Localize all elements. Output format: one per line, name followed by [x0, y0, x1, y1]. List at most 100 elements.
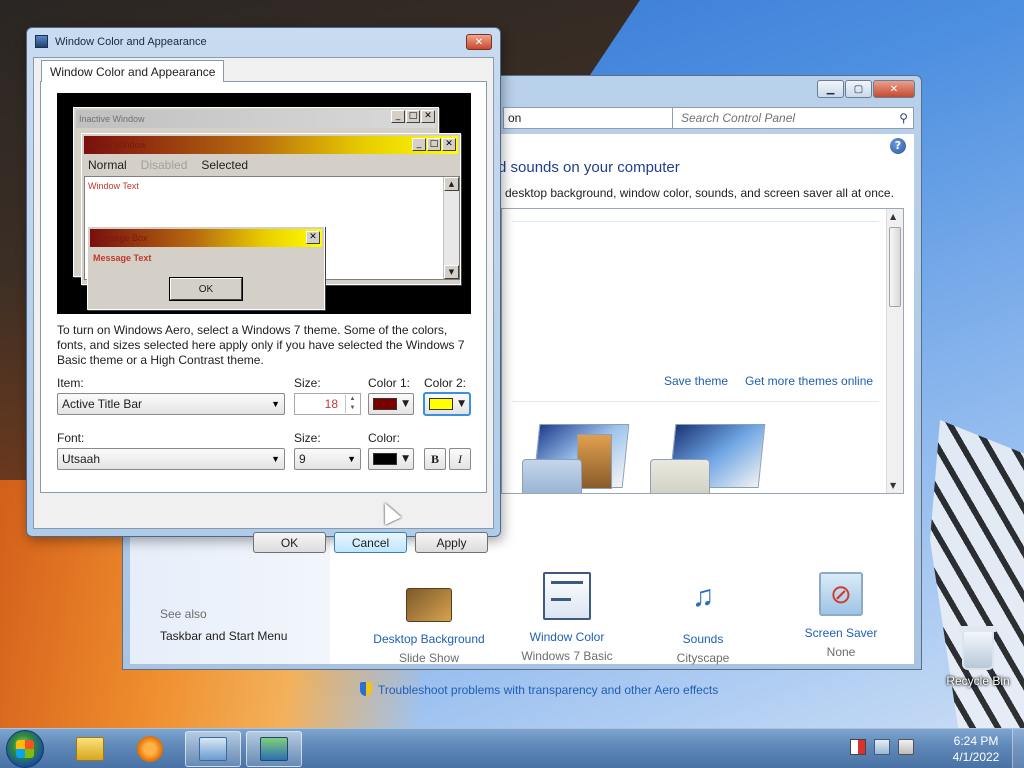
- appearance-preview[interactable]: Inactive Window _ □ ✕ Active Window _ □ …: [57, 93, 471, 314]
- theme-thumbnail[interactable]: [577, 434, 612, 489]
- desktop-background-tile[interactable]: Desktop Background Slide Show: [364, 572, 494, 665]
- spin-up-icon[interactable]: ▲: [346, 395, 359, 404]
- start-button[interactable]: [6, 730, 44, 768]
- scroll-up-icon[interactable]: ▲: [890, 212, 896, 221]
- clock-date: 4/1/2022: [952, 750, 1000, 764]
- tile-title[interactable]: Sounds: [638, 632, 768, 646]
- troubleshoot-link-text[interactable]: Troubleshoot problems with transparency …: [378, 683, 718, 697]
- apply-button[interactable]: Apply: [415, 532, 488, 553]
- tile-subtitle: Windows 7 Basic: [521, 649, 613, 663]
- divider: [512, 221, 879, 222]
- theme-gallery-scrollbar[interactable]: ▲ ▼: [886, 209, 903, 493]
- dialog-client-area: Window Color and Appearance Inactive Win…: [33, 57, 494, 553]
- see-also-label: See also: [160, 607, 207, 621]
- save-theme-link[interactable]: Save theme: [664, 374, 728, 388]
- font-color-picker[interactable]: ▼: [368, 448, 414, 470]
- chevron-down-icon: ▼: [402, 399, 409, 409]
- get-more-themes-link[interactable]: Get more themes online: [745, 374, 873, 388]
- aero-info-text: To turn on Windows Aero, select a Window…: [57, 323, 465, 367]
- window-color-tile[interactable]: Window Color Windows 7 Basic: [502, 572, 632, 663]
- preview-caption-buttons: ✕: [306, 231, 320, 244]
- preview-menu-normal[interactable]: Normal: [88, 158, 127, 172]
- sounds-tile[interactable]: ♫ Sounds Cityscape: [638, 572, 768, 665]
- window-color-icon: [543, 572, 591, 620]
- minimize-icon: _: [412, 138, 426, 151]
- taskbar-window-color-button[interactable]: [246, 731, 302, 767]
- search-icon[interactable]: ⚲: [899, 111, 908, 125]
- font-size-select[interactable]: 9 ▼: [294, 448, 361, 470]
- close-button[interactable]: ✕: [873, 80, 915, 98]
- maximize-icon: □: [427, 138, 441, 151]
- preview-message-text: Message Text: [93, 253, 152, 263]
- preview-menu-selected[interactable]: Selected: [201, 158, 248, 172]
- network-icon[interactable]: [874, 739, 890, 755]
- troubleshoot-link[interactable]: Troubleshoot problems with transparency …: [360, 682, 718, 697]
- tab-window-color-appearance[interactable]: Window Color and Appearance: [41, 60, 225, 82]
- action-center-flag-icon[interactable]: [850, 739, 866, 755]
- bold-button[interactable]: B: [424, 448, 446, 470]
- desktop-background-icon: [406, 588, 452, 622]
- recycle-bin-label: Recycle Bin: [946, 674, 1010, 688]
- preview-scrollbar[interactable]: ▲ ▼: [443, 177, 459, 279]
- tile-subtitle: Slide Show: [398, 651, 460, 665]
- close-icon: ✕: [442, 138, 456, 151]
- color1-picker[interactable]: ▼: [368, 393, 414, 415]
- preview-inactive-title[interactable]: Inactive Window: [76, 110, 436, 128]
- scrollbar-thumb[interactable]: [889, 227, 901, 307]
- scroll-down-icon[interactable]: ▼: [890, 481, 896, 490]
- font-size-value: 9: [299, 452, 306, 466]
- font-select[interactable]: Utsaah ▼: [57, 448, 285, 470]
- minimize-button[interactable]: ▁: [817, 80, 844, 98]
- chevron-down-icon: ▼: [402, 454, 409, 464]
- maximize-button[interactable]: ▢: [845, 80, 872, 98]
- item-label: Item:: [57, 376, 84, 390]
- theme-gallery[interactable]: Save theme Get more themes online ▲ ▼: [501, 208, 904, 494]
- color2-picker[interactable]: ▼: [423, 392, 471, 416]
- screen-saver-tile[interactable]: Screen Saver None: [776, 572, 906, 659]
- search-input[interactable]: Search Control Panel ⚲: [672, 107, 914, 129]
- ok-button[interactable]: OK: [253, 532, 326, 553]
- tile-title[interactable]: Window Color: [502, 630, 632, 644]
- item-select[interactable]: Active Title Bar ▼: [57, 393, 285, 415]
- spinner-buttons[interactable]: ▲ ▼: [345, 395, 359, 413]
- media-player-icon: [137, 736, 163, 762]
- italic-button[interactable]: I: [449, 448, 471, 470]
- recycle-bin[interactable]: Recycle Bin: [940, 626, 1016, 688]
- spin-down-icon[interactable]: ▼: [346, 404, 359, 413]
- desktop: Recycle Bin ▁ ▢ ✕ on ▼ ⟲ Search Control …: [0, 0, 1024, 728]
- chevron-down-icon: ▼: [458, 399, 465, 409]
- tile-title[interactable]: Screen Saver: [776, 626, 906, 640]
- item-size-spinner[interactable]: 18 ▲ ▼: [294, 393, 361, 415]
- close-icon: ✕: [421, 110, 435, 123]
- item-size-value: 18: [324, 397, 338, 411]
- preview-active-title[interactable]: Active Window: [84, 136, 458, 154]
- font-color-swatch: [373, 453, 397, 465]
- tile-title[interactable]: Desktop Background: [364, 632, 494, 646]
- taskbar-explorer-button[interactable]: [62, 731, 118, 767]
- shield-icon: [360, 682, 372, 696]
- dialog-close-button[interactable]: ✕: [466, 34, 492, 50]
- preview-menu-disabled[interactable]: Disabled: [141, 158, 188, 172]
- clock[interactable]: 6:24 PM 4/1/2022: [940, 733, 1012, 765]
- preview-ok-button[interactable]: OK: [169, 277, 243, 301]
- close-icon: ✕: [474, 36, 484, 48]
- chevron-down-icon: ▼: [347, 454, 356, 464]
- volume-icon[interactable]: [898, 739, 914, 755]
- preview-message-box-title[interactable]: Message Box: [90, 229, 322, 247]
- cancel-button[interactable]: Cancel: [334, 532, 407, 553]
- address-text: on: [508, 111, 522, 125]
- chevron-down-icon: ▼: [271, 454, 280, 464]
- maximize-icon: □: [406, 110, 420, 123]
- preview-window-text: Window Text: [88, 181, 139, 191]
- color2-swatch: [429, 398, 453, 410]
- taskbar-control-panel-button[interactable]: [185, 731, 241, 767]
- help-icon[interactable]: ?: [890, 138, 906, 154]
- show-desktop-button[interactable]: [1012, 729, 1024, 768]
- font-select-value: Utsaah: [62, 452, 101, 466]
- theme-thumbnail[interactable]: [650, 459, 710, 493]
- preview-message-box[interactable]: Message Box ✕ Message Text OK: [87, 226, 325, 310]
- theme-thumbnail[interactable]: [522, 459, 582, 493]
- taskbar-media-player-button[interactable]: [122, 731, 178, 767]
- page-title: d sounds on your computer: [498, 159, 680, 176]
- taskbar-start-menu-link[interactable]: Taskbar and Start Menu: [160, 629, 287, 643]
